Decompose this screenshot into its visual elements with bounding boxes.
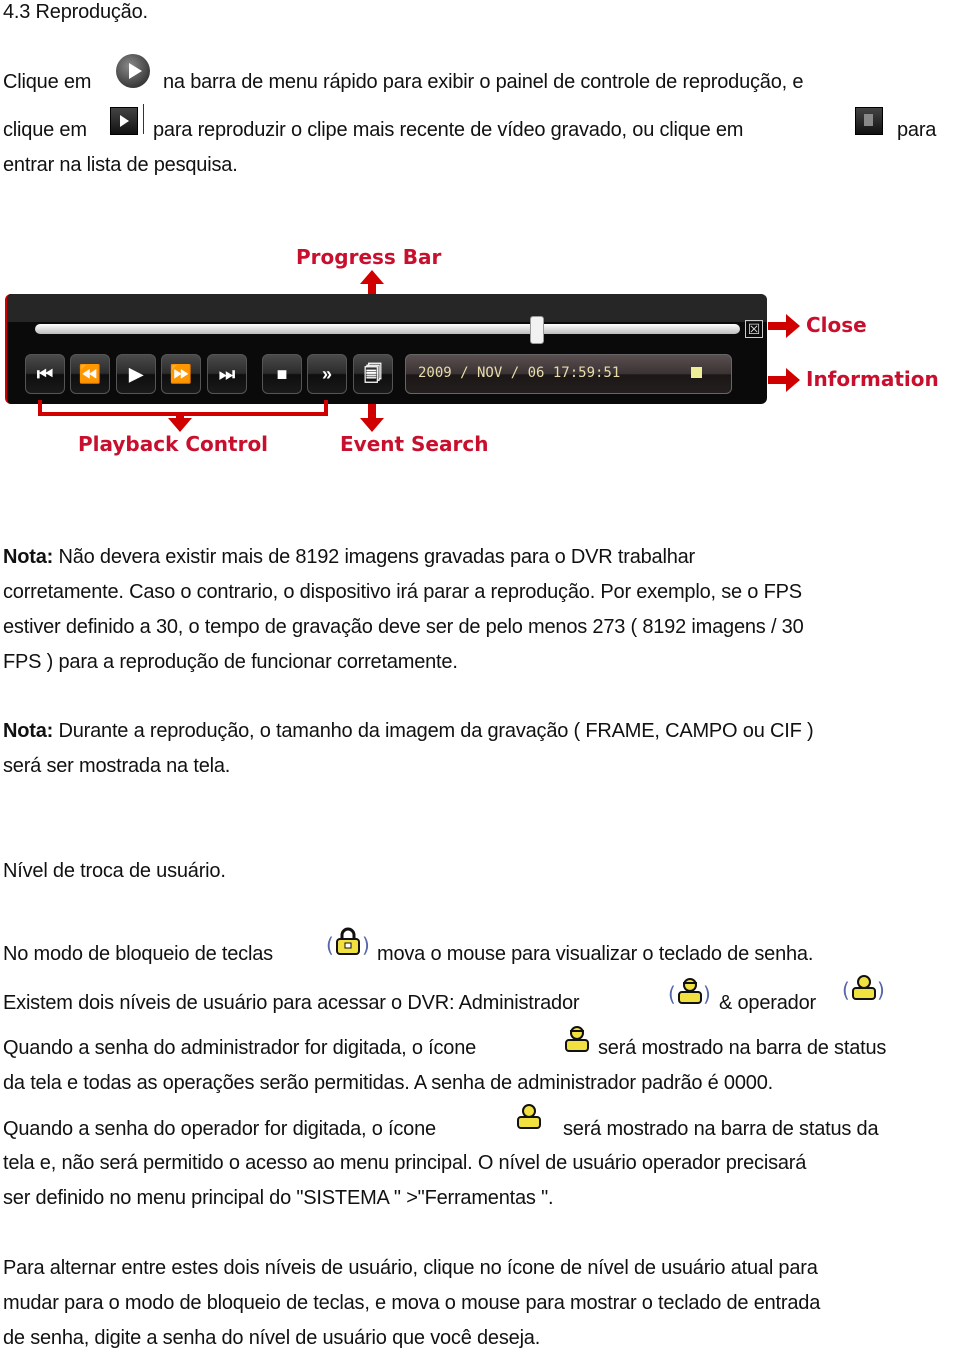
intro-line2-end: para bbox=[897, 119, 937, 141]
skip-to-end-button[interactable]: ⏭ bbox=[207, 354, 247, 394]
levels-line-start: Existem dois níveis de usuário para aces… bbox=[3, 992, 580, 1014]
play-triangle bbox=[129, 63, 142, 79]
information-box: 2009 / NOV / 06 17:59:51 bbox=[405, 354, 732, 394]
playback-control-panel: ☒ ⏮ ⏪ ▶ ⏩ ⏭ ■ » 🗐 2009 / NOV / 06 17:59:… bbox=[5, 294, 767, 404]
note-label: Nota: bbox=[3, 720, 54, 742]
search-list-icon[interactable] bbox=[855, 107, 883, 135]
stop-button[interactable]: ■ bbox=[262, 354, 302, 394]
annotation-information: Information bbox=[806, 367, 939, 391]
play-triangle bbox=[120, 115, 129, 127]
svg-text:): ) bbox=[703, 982, 711, 1006]
note1-line4: FPS ) para a reprodução de funcionar cor… bbox=[3, 651, 458, 673]
keylock-line-start: No modo de bloqueio de teclas bbox=[3, 943, 273, 965]
play-button[interactable]: ▶ bbox=[116, 354, 156, 394]
note1-line3: estiver definido a 30, o tempo de gravaç… bbox=[3, 616, 804, 638]
administrator-status-icon bbox=[562, 1023, 592, 1055]
annotation-event-search: Event Search bbox=[340, 432, 489, 456]
divider-mark bbox=[143, 104, 144, 134]
keylock-icon[interactable]: ( ) bbox=[326, 926, 374, 960]
play-latest-icon[interactable] bbox=[110, 107, 138, 135]
progress-thumb[interactable] bbox=[529, 316, 544, 344]
note-text: Durante a reprodução, o tamanho da image… bbox=[53, 720, 814, 742]
arrow-down-icon bbox=[360, 418, 384, 432]
info-datetime: 2009 / NOV / 06 17:59:51 bbox=[418, 365, 621, 381]
oper-line2: tela e, não será permitido o acesso ao m… bbox=[3, 1152, 807, 1174]
switch-line2: mudar para o modo de bloqueio de teclas,… bbox=[3, 1292, 821, 1314]
note2-line2: será ser mostrada na tela. bbox=[3, 755, 231, 777]
note1-line2: corretamente. Caso o contrario, o dispos… bbox=[3, 581, 802, 603]
arrow-up-icon bbox=[360, 270, 384, 284]
user-level-heading: Nível de troca de usuário. bbox=[3, 860, 226, 882]
svg-text:(: ( bbox=[326, 933, 334, 957]
slow-play-button[interactable]: » bbox=[307, 354, 347, 394]
skip-to-start-button[interactable]: ⏮ bbox=[25, 354, 65, 394]
section-title: 4.3 Reprodução. bbox=[3, 1, 148, 23]
levels-line-end: & operador bbox=[719, 992, 816, 1014]
progress-bar[interactable] bbox=[35, 324, 740, 334]
event-search-button[interactable]: 🗐 bbox=[353, 354, 393, 394]
arrow-shaft bbox=[768, 376, 788, 384]
intro-line2-mid: para reproduzir o clipe mais recente de … bbox=[153, 119, 744, 141]
operator-icon[interactable]: ( ) bbox=[842, 973, 888, 1007]
annotation-close: Close bbox=[806, 313, 867, 337]
arrow-right-icon bbox=[786, 314, 800, 338]
arrow-right-icon bbox=[786, 368, 800, 392]
fast-forward-button[interactable]: ⏩ bbox=[161, 354, 201, 394]
svg-text:): ) bbox=[877, 978, 885, 1002]
switch-line1: Para alternar entre estes dois níveis de… bbox=[3, 1257, 818, 1279]
rewind-button[interactable]: ⏪ bbox=[70, 354, 110, 394]
admin-line2: da tela e todas as operações serão permi… bbox=[3, 1072, 773, 1094]
playback-circle-icon[interactable] bbox=[110, 54, 154, 90]
intro-line1-end: na barra de menu rápido para exibir o pa… bbox=[163, 71, 804, 93]
intro-line1-start: Clique em bbox=[3, 71, 92, 93]
note2-line1: Nota: Durante a reprodução, o tamanho da… bbox=[3, 714, 814, 749]
arrow-shaft bbox=[768, 322, 788, 330]
document-glyph bbox=[864, 114, 873, 126]
annotation-progress-bar: Progress Bar bbox=[296, 245, 442, 269]
keylock-line-end: mova o mouse para visualizar o teclado d… bbox=[377, 943, 814, 965]
arrow-down-icon bbox=[168, 418, 192, 432]
annotation-playback-control: Playback Control bbox=[78, 432, 269, 456]
status-square-icon bbox=[691, 367, 702, 378]
close-icon[interactable]: ☒ bbox=[745, 320, 763, 338]
admin-line1-start: Quando a senha do administrador for digi… bbox=[3, 1037, 477, 1059]
note-label: Nota: bbox=[3, 546, 54, 568]
oper-line1-end: será mostrado na barra de status da bbox=[563, 1118, 879, 1140]
switch-line3: de senha, digite a senha do nível de usu… bbox=[3, 1327, 541, 1349]
panel-header-strip bbox=[7, 294, 767, 322]
operator-status-icon bbox=[514, 1102, 544, 1134]
intro-line3: entrar na lista de pesquisa. bbox=[3, 154, 238, 176]
admin-line1-end: será mostrado na barra de status bbox=[598, 1037, 887, 1059]
svg-text:): ) bbox=[362, 933, 370, 957]
note1-line1: Nota: Não devera existir mais de 8192 im… bbox=[3, 540, 695, 575]
oper-line1-start: Quando a senha do operador for digitada,… bbox=[3, 1118, 436, 1140]
note-text: Não devera existir mais de 8192 imagens … bbox=[53, 546, 696, 568]
intro-line2-start: clique em bbox=[3, 119, 87, 141]
svg-text:(: ( bbox=[668, 982, 676, 1006]
administrator-icon[interactable]: ( ) bbox=[668, 975, 714, 1009]
svg-text:(: ( bbox=[842, 978, 850, 1002]
oper-line3: ser definido no menu principal do "SISTE… bbox=[3, 1187, 554, 1209]
arrow-shaft bbox=[368, 404, 376, 418]
